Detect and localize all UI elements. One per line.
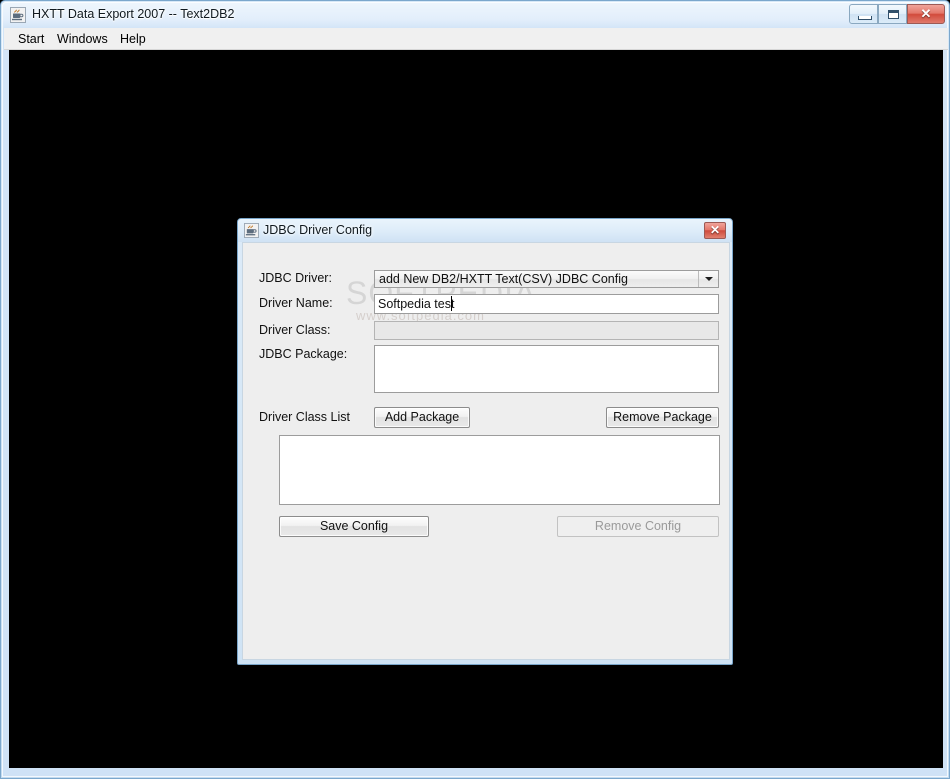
minimize-icon	[858, 16, 872, 20]
close-icon: ✕	[709, 223, 721, 237]
driver-name-input[interactable]	[374, 294, 719, 314]
label-jdbc-package: JDBC Package:	[259, 347, 348, 361]
window-frame: HXTT Data Export 2007 -- Text2DB2 ✕ Star…	[2, 2, 948, 777]
label-driver-name: Driver Name:	[259, 296, 333, 310]
minimize-button[interactable]	[849, 4, 878, 24]
close-button[interactable]: ✕	[907, 4, 945, 24]
driver-class-input	[374, 321, 719, 340]
title-bar[interactable]: HXTT Data Export 2007 -- Text2DB2 ✕	[2, 2, 950, 28]
save-config-button[interactable]: Save Config	[279, 516, 429, 537]
dialog-close-button[interactable]: ✕	[704, 222, 726, 239]
remove-config-button: Remove Config	[557, 516, 719, 537]
window-title: HXTT Data Export 2007 -- Text2DB2	[32, 7, 235, 21]
menu-item-windows[interactable]: Windows	[51, 31, 114, 47]
dialog-title: JDBC Driver Config	[263, 223, 373, 237]
label-jdbc-driver: JDBC Driver:	[259, 271, 332, 285]
application-window: HXTT Data Export 2007 -- Text2DB2 ✕ Star…	[0, 0, 950, 779]
menu-bar: Start Windows Help	[4, 28, 948, 50]
add-package-button[interactable]: Add Package	[374, 407, 470, 428]
driver-class-list-box[interactable]	[279, 435, 720, 505]
dialog-title-bar[interactable]: JDBC Driver Config ✕	[238, 219, 732, 242]
label-driver-class: Driver Class:	[259, 323, 331, 337]
label-driver-class-list: Driver Class List	[259, 410, 350, 424]
chevron-down-icon[interactable]	[698, 271, 718, 287]
jdbc-package-textarea[interactable]	[374, 345, 719, 393]
remove-package-button[interactable]: Remove Package	[606, 407, 719, 428]
close-icon: ✕	[920, 6, 932, 21]
java-coffee-cup-icon	[10, 7, 26, 23]
text-caret	[451, 296, 452, 311]
maximize-icon	[888, 10, 899, 19]
menu-item-help[interactable]: Help	[114, 31, 152, 47]
maximize-button[interactable]	[878, 4, 907, 24]
mdi-client-area: JDBC Driver Config ✕ SOFTPEDIA www.softp…	[9, 50, 943, 768]
jdbc-driver-combobox[interactable]: add New DB2/HXTT Text(CSV) JDBC Config	[374, 270, 719, 288]
dialog-body: SOFTPEDIA www.softpedia.com JDBC Driver:…	[242, 242, 730, 660]
jdbc-driver-selected-value: add New DB2/HXTT Text(CSV) JDBC Config	[379, 272, 628, 286]
jdbc-driver-config-dialog: JDBC Driver Config ✕ SOFTPEDIA www.softp…	[237, 218, 733, 665]
menu-item-start[interactable]: Start	[12, 31, 50, 47]
java-coffee-cup-icon	[244, 223, 259, 238]
